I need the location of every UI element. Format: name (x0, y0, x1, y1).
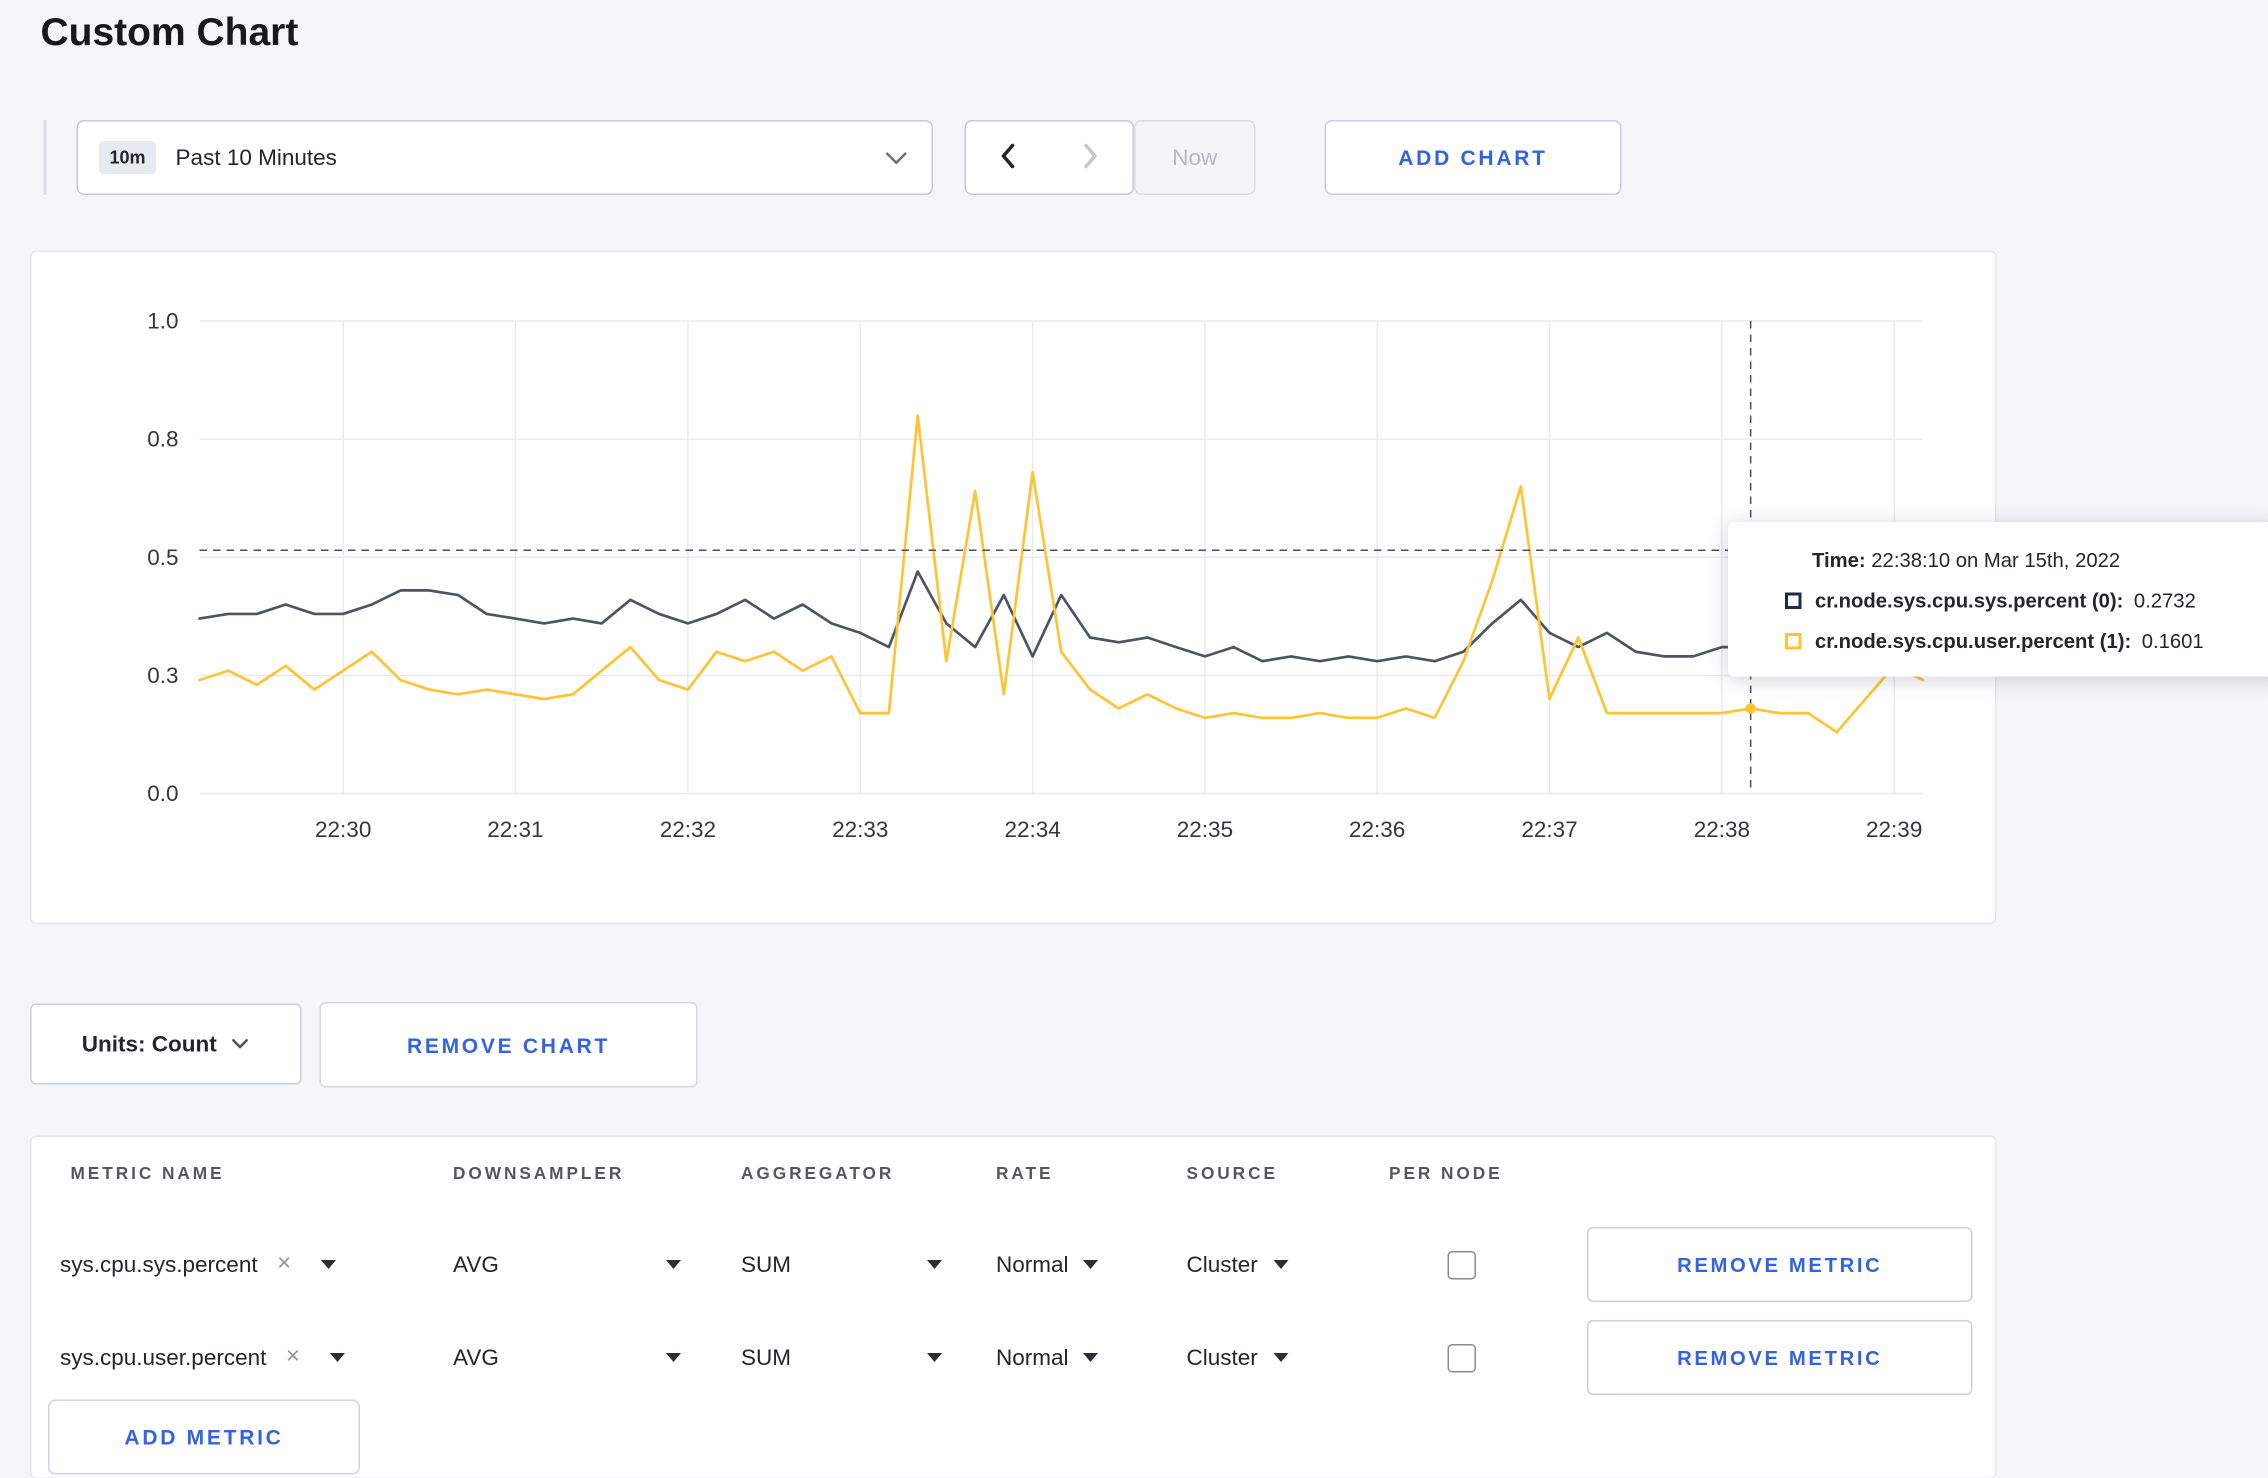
chevron-left-icon (999, 142, 1016, 174)
user-series-swatch-icon (1785, 633, 1802, 650)
gridlines (199, 320, 1923, 795)
add-metric-button[interactable]: ADD METRIC (48, 1399, 360, 1475)
col-header-per-node: PER NODE (1389, 1165, 1503, 1184)
per-node-checkbox[interactable] (1446, 1250, 1476, 1279)
prev-range-button[interactable] (964, 120, 1050, 195)
metric-name-select[interactable]: sys.cpu.sys.percent × (60, 1227, 337, 1302)
svg-text:22:36: 22:36 (1349, 817, 1405, 842)
col-header-source: SOURCE (1186, 1165, 1278, 1184)
remove-chart-button[interactable]: REMOVE CHART (319, 1002, 698, 1088)
page-title: Custom Chart (40, 9, 299, 54)
caret-down-icon (329, 1353, 345, 1362)
col-header-metric-name: METRIC NAME (70, 1165, 225, 1184)
tooltip-time-label: Time: (1812, 549, 1866, 572)
chart-card: 0.0 0.3 0.5 0.8 1.0 22:30 22:31 22:32 22:33 22:34… (30, 250, 1997, 924)
svg-text:22:37: 22:37 (1521, 817, 1577, 842)
caret-down-icon (321, 1260, 337, 1269)
svg-text:22:32: 22:32 (660, 817, 716, 842)
axis-tick-labels: 0.0 0.3 0.5 0.8 1.0 22:30 22:31 22:32 22:33 22:34… (147, 309, 1922, 843)
source-select[interactable]: Cluster (1187, 1320, 1288, 1395)
clear-metric-icon[interactable]: × (286, 1344, 300, 1371)
tooltip-series-value: 0.1601 (2141, 630, 2204, 653)
svg-text:0.3: 0.3 (147, 663, 178, 688)
aggregator-select[interactable]: SUM (741, 1227, 942, 1302)
next-range-button[interactable] (1048, 120, 1134, 195)
per-node-cell (1445, 1227, 1478, 1302)
per-node-cell (1445, 1320, 1478, 1395)
rate-value: Normal (996, 1344, 1069, 1371)
col-header-rate: RATE (996, 1165, 1054, 1184)
svg-text:22:35: 22:35 (1177, 817, 1233, 842)
svg-text:0.0: 0.0 (147, 781, 178, 806)
downsampler-select[interactable]: AVG (453, 1227, 681, 1302)
svg-text:1.0: 1.0 (147, 309, 178, 334)
now-button[interactable]: Now (1134, 120, 1256, 195)
caret-down-icon (1272, 1260, 1288, 1269)
tooltip-series-row: cr.node.sys.cpu.sys.percent (0): 0.2732 (1785, 589, 2259, 613)
add-chart-button[interactable]: ADD CHART (1324, 120, 1622, 195)
sys-series-swatch-icon (1785, 592, 1802, 609)
downsampler-value: AVG (453, 1344, 499, 1371)
caret-down-icon (927, 1260, 942, 1269)
chevron-right-icon (1082, 142, 1099, 174)
tooltip-series-label: cr.node.sys.cpu.sys.percent (0): (1815, 589, 2124, 613)
aggregator-select[interactable]: SUM (741, 1320, 942, 1395)
rate-select[interactable]: Normal (996, 1227, 1099, 1302)
caret-down-icon (666, 1353, 681, 1362)
tooltip-time-row: Time: 22:38:10 on Mar 15th, 2022 (1812, 549, 2259, 572)
clear-metric-icon[interactable]: × (277, 1251, 291, 1278)
chart-tooltip: Time: 22:38:10 on Mar 15th, 2022 cr.node… (1728, 522, 2268, 677)
tooltip-series-value: 0.2732 (2133, 589, 2196, 613)
svg-text:0.5: 0.5 (147, 545, 178, 570)
time-range-badge: 10m (99, 141, 157, 174)
rate-select[interactable]: Normal (996, 1320, 1099, 1395)
toolbar-divider (43, 120, 47, 195)
metric-name-value: sys.cpu.user.percent (60, 1344, 267, 1371)
source-value: Cluster (1186, 1344, 1258, 1371)
per-node-checkbox[interactable] (1446, 1343, 1476, 1372)
units-select[interactable]: Units: Count (30, 1003, 302, 1085)
time-range-label: Past 10 Minutes (175, 144, 337, 171)
time-range-select[interactable]: 10m Past 10 Minutes (76, 120, 933, 195)
downsampler-value: AVG (453, 1251, 499, 1278)
col-header-downsampler: DOWNSAMPLER (453, 1165, 625, 1184)
remove-metric-button[interactable]: REMOVE METRIC (1587, 1320, 1973, 1395)
units-label: Units: Count (81, 1031, 217, 1057)
svg-text:22:33: 22:33 (832, 817, 888, 842)
svg-text:22:34: 22:34 (1004, 817, 1060, 842)
caret-down-icon (1272, 1353, 1288, 1362)
metric-name-select[interactable]: sys.cpu.user.percent × (60, 1320, 345, 1395)
rate-value: Normal (996, 1251, 1069, 1278)
remove-metric-button[interactable]: REMOVE METRIC (1587, 1227, 1973, 1302)
svg-text:22:30: 22:30 (315, 817, 371, 842)
svg-text:22:38: 22:38 (1694, 817, 1750, 842)
metric-name-value: sys.cpu.sys.percent (60, 1251, 258, 1278)
caret-down-icon (666, 1260, 681, 1269)
caret-down-icon (1083, 1353, 1099, 1362)
source-select[interactable]: Cluster (1187, 1227, 1288, 1302)
svg-text:22:31: 22:31 (487, 817, 543, 842)
source-value: Cluster (1186, 1251, 1258, 1278)
tooltip-series-row: cr.node.sys.cpu.user.percent (1): 0.1601 (1785, 630, 2259, 653)
caret-down-icon (1083, 1260, 1099, 1269)
tooltip-time-value: 22:38:10 on Mar 15th, 2022 (1871, 549, 2121, 572)
svg-text:22:39: 22:39 (1866, 817, 1922, 842)
chevron-down-icon (885, 151, 908, 165)
caret-down-icon (927, 1353, 942, 1362)
aggregator-value: SUM (741, 1251, 792, 1278)
chevron-down-icon (232, 1038, 250, 1050)
series-line-1 (198, 414, 1925, 734)
col-header-aggregator: AGGREGATOR (741, 1165, 895, 1184)
custom-chart-page: Custom Chart 10m Past 10 Minutes Now ADD… (0, 0, 2268, 1478)
downsampler-select[interactable]: AVG (453, 1320, 681, 1395)
svg-text:0.8: 0.8 (147, 427, 178, 452)
hover-point-marker (1745, 703, 1756, 714)
aggregator-value: SUM (741, 1344, 792, 1371)
tooltip-series-label: cr.node.sys.cpu.user.percent (1): (1815, 630, 2132, 653)
cpu-percent-line-chart[interactable]: 0.0 0.3 0.5 0.8 1.0 22:30 22:31 22:32 22:33 22:34… (32, 252, 1996, 923)
